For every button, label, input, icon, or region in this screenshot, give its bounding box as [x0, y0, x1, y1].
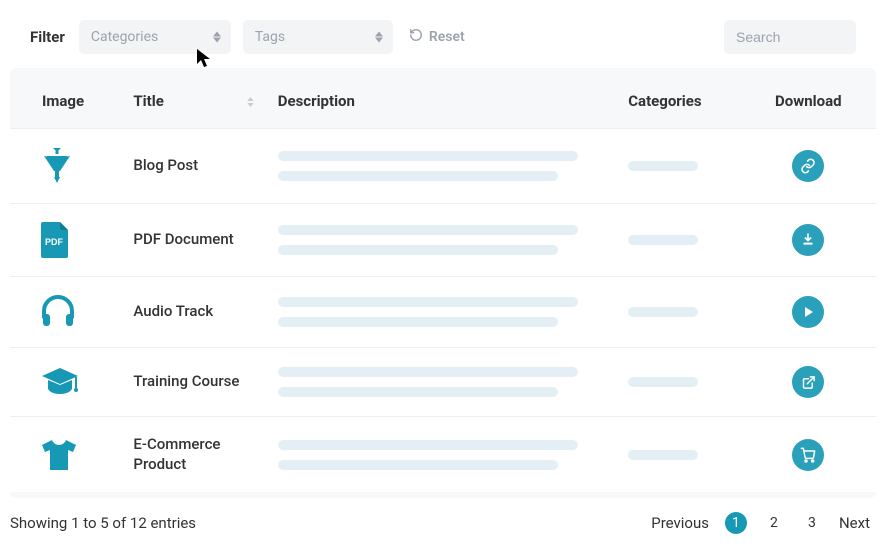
download-icon — [800, 232, 816, 248]
grad-cap-icon — [40, 366, 113, 398]
row-title: Training Course — [133, 372, 243, 392]
download-button[interactable] — [792, 224, 824, 256]
table-row: PDF PDF Document — [10, 204, 876, 277]
funnel-icon — [40, 147, 113, 185]
search-input[interactable] — [724, 20, 856, 54]
pdf-icon: PDF — [40, 222, 113, 258]
col-header-image: Image — [10, 76, 123, 129]
reset-label: Reset — [429, 29, 465, 45]
col-header-description: Description — [268, 76, 619, 129]
row-title: Audio Track — [133, 302, 243, 322]
categories-placeholder — [628, 235, 698, 245]
pagination: Previous 1 2 3 Next — [651, 512, 870, 534]
pagination-page-3[interactable]: 3 — [801, 512, 823, 534]
filter-label: Filter — [30, 28, 65, 46]
data-table: Image Title Description Categories Downl… — [10, 68, 876, 498]
description-placeholder — [278, 225, 609, 255]
entries-info: Showing 1 to 5 of 12 entries — [10, 514, 651, 532]
pagination-page-1[interactable]: 1 — [725, 512, 747, 534]
categories-select-placeholder: Categories — [91, 29, 158, 45]
table-row: Blog Post — [10, 129, 876, 204]
description-placeholder — [278, 440, 609, 470]
categories-placeholder — [628, 307, 698, 317]
svg-text:PDF: PDF — [45, 237, 64, 247]
table-row: Audio Track — [10, 277, 876, 348]
external-icon — [801, 375, 816, 390]
description-placeholder — [278, 297, 609, 327]
headphones-icon — [40, 295, 113, 329]
row-title: Blog Post — [133, 156, 243, 176]
reset-button[interactable]: Reset — [405, 22, 469, 52]
table-footer: Showing 1 to 5 of 12 entries Previous 1 … — [10, 504, 876, 534]
table-header-row: Image Title Description Categories Downl… — [10, 76, 876, 129]
tshirt-icon — [40, 438, 113, 472]
description-placeholder — [278, 367, 609, 397]
categories-select[interactable]: Categories — [79, 20, 231, 54]
col-header-categories: Categories — [618, 76, 762, 129]
cart-icon — [800, 447, 816, 463]
chevron-updown-icon — [375, 32, 383, 43]
play-icon — [801, 305, 815, 319]
chevron-updown-icon — [213, 32, 221, 43]
row-title: E-Commerce Product — [133, 435, 243, 474]
download-button[interactable] — [792, 296, 824, 328]
link-icon — [800, 158, 816, 174]
tags-select-placeholder: Tags — [255, 29, 285, 45]
pagination-next[interactable]: Next — [839, 514, 870, 532]
tags-select[interactable]: Tags — [243, 20, 393, 54]
filter-bar: Filter Categories Tags Reset — [10, 20, 876, 68]
pagination-previous[interactable]: Previous — [651, 514, 709, 532]
col-header-title[interactable]: Title — [123, 76, 267, 129]
download-button[interactable] — [792, 366, 824, 398]
pagination-page-2[interactable]: 2 — [763, 512, 785, 534]
undo-icon — [409, 28, 423, 46]
table-row: E-Commerce Product — [10, 417, 876, 493]
categories-placeholder — [628, 450, 698, 460]
row-title: PDF Document — [133, 230, 243, 250]
download-button[interactable] — [792, 439, 824, 471]
sort-icon — [247, 97, 254, 107]
table-row: Training Course — [10, 348, 876, 417]
categories-placeholder — [628, 377, 698, 387]
col-header-download: Download — [763, 76, 876, 129]
categories-placeholder — [628, 161, 698, 171]
download-button[interactable] — [792, 150, 824, 182]
description-placeholder — [278, 151, 609, 181]
